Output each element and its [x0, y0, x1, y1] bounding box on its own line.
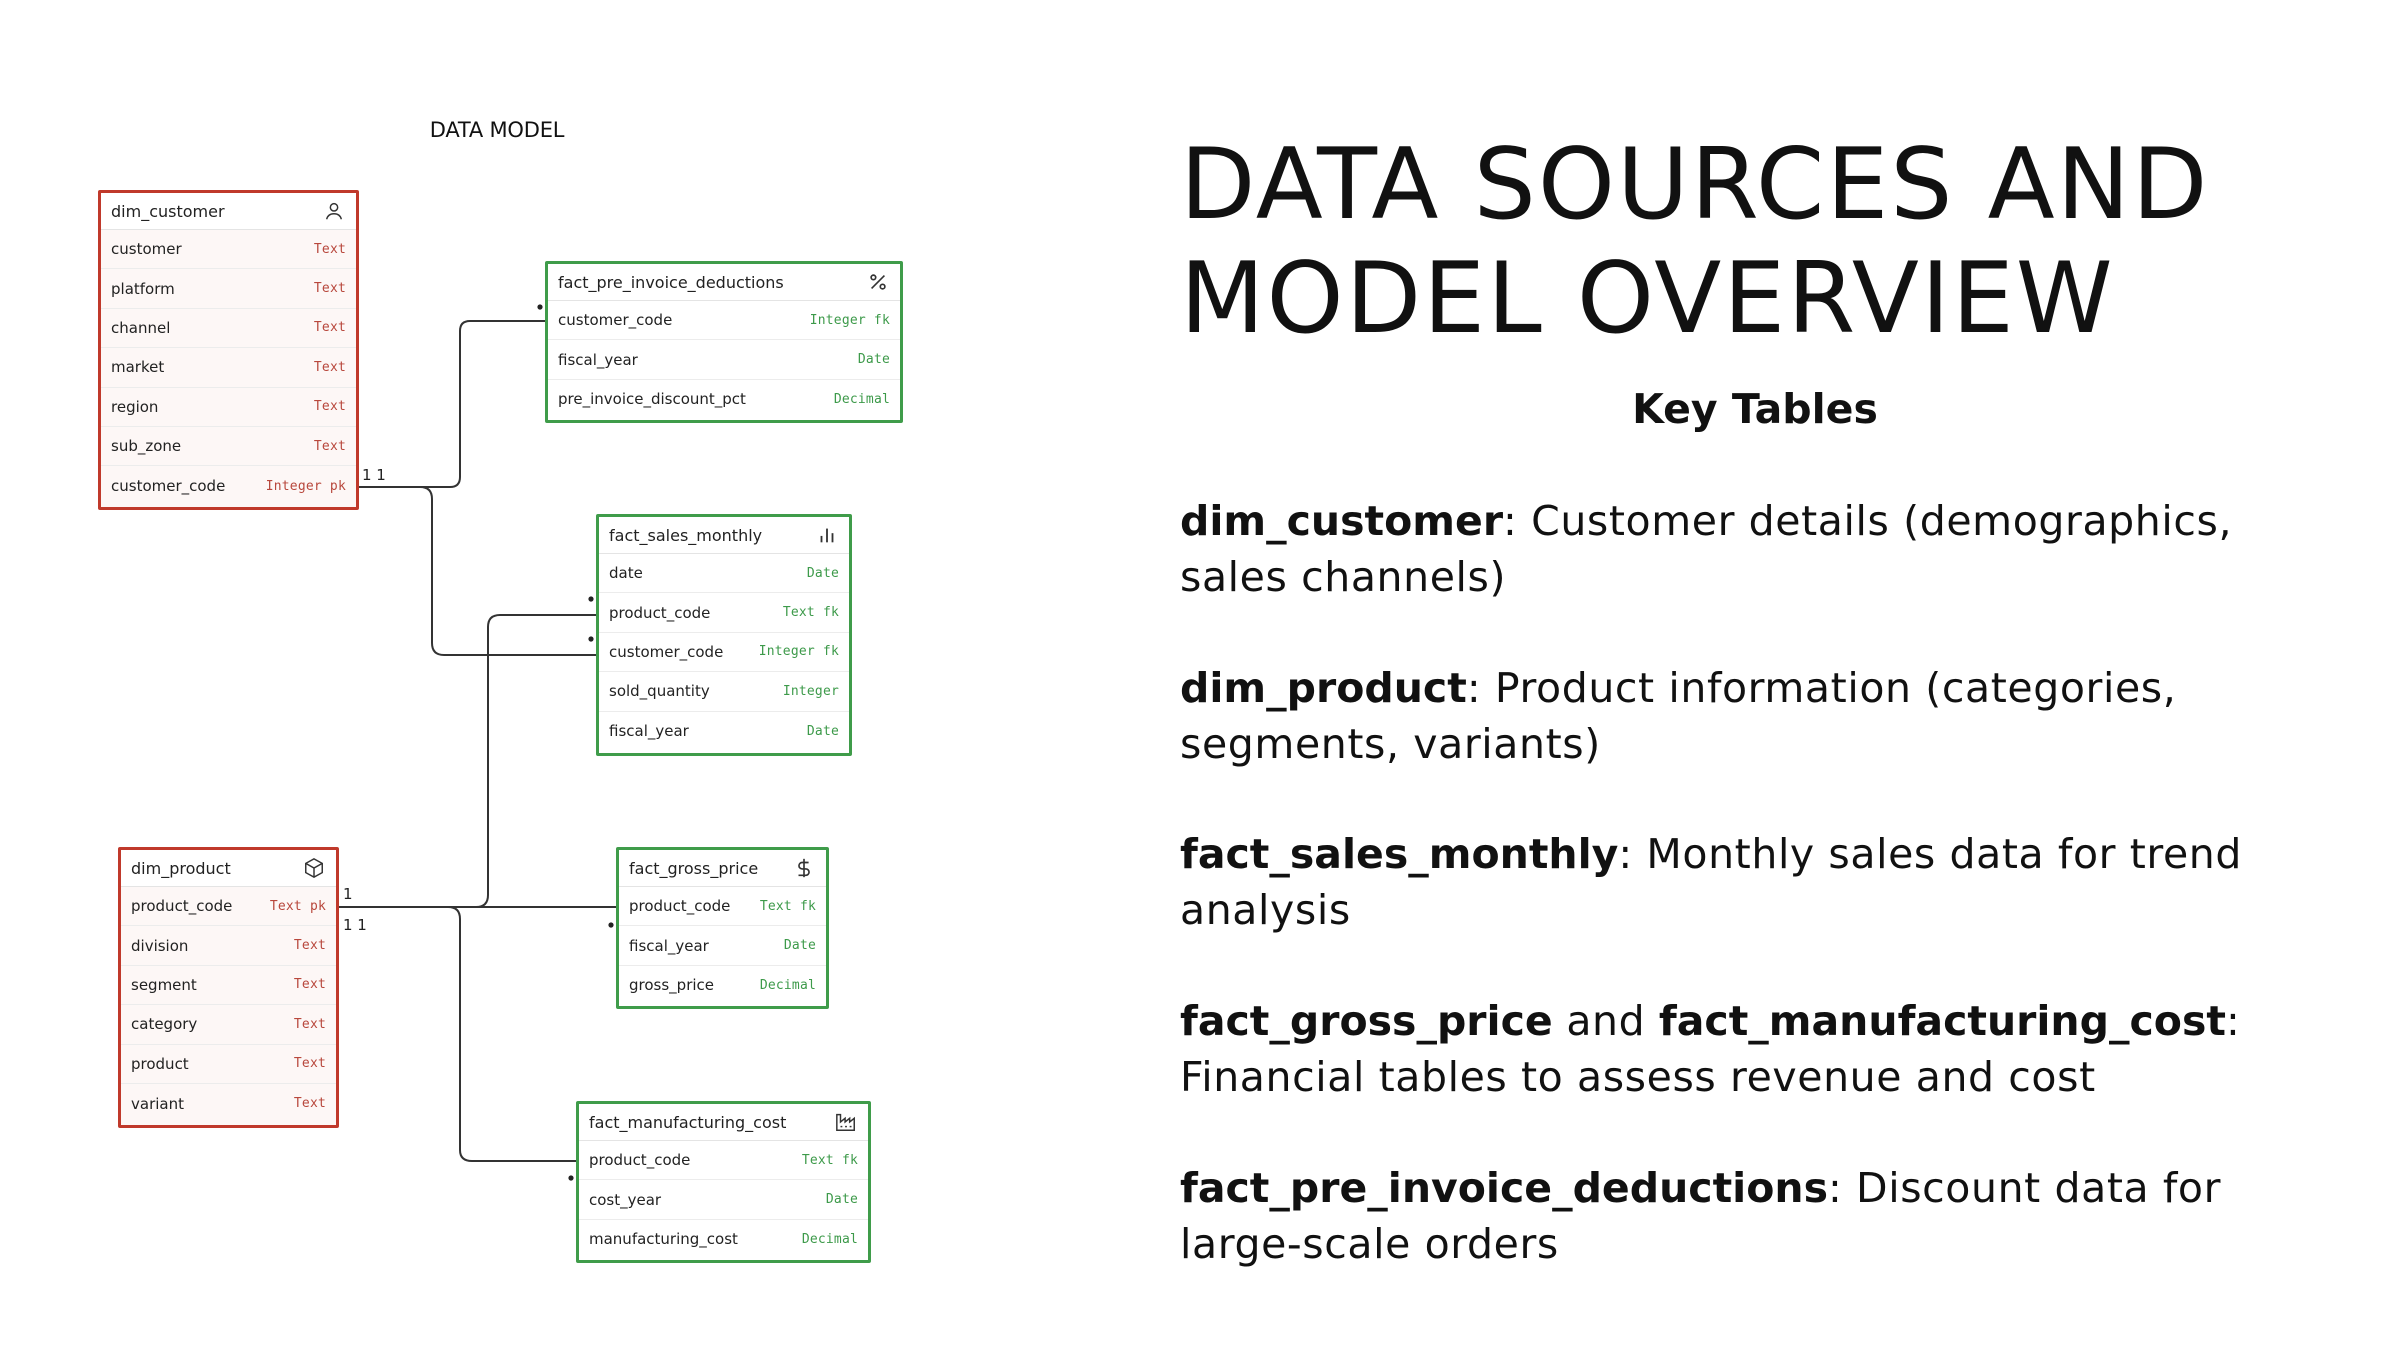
table-row: product Text [121, 1045, 336, 1084]
connector-text: and [1552, 997, 1659, 1045]
table-row: cost_year Date [579, 1180, 868, 1220]
table-row: product_code Text fk [619, 887, 826, 927]
key-table-item: dim_product: Product information (catego… [1180, 660, 2300, 772]
table-name: dim_product [131, 858, 231, 878]
table-row: platform Text [101, 269, 356, 309]
table-term: fact_gross_price [1180, 997, 1553, 1045]
table-name: fact_manufacturing_cost [589, 1112, 787, 1132]
table-term: fact_pre_invoice_deductions [1180, 1164, 1828, 1212]
bar-chart-icon [815, 523, 839, 547]
table-name: fact_sales_monthly [609, 525, 763, 545]
table-row: sold_quantity Integer [599, 672, 849, 712]
table-row: gross_price Decimal [629, 976, 816, 995]
key-table-item: fact_pre_invoice_deductions: Discount da… [1180, 1160, 2300, 1272]
endpoint-dot [568, 1175, 574, 1181]
key-table-item: fact_gross_price and fact_manufacturing_… [1180, 993, 2300, 1105]
table-header: dim_customer [101, 193, 356, 230]
table-fact-pre-invoice-deductions[interactable]: fact_pre_invoice_deductions customer_cod… [545, 261, 903, 423]
relationship-line [447, 906, 576, 1162]
slide-title-line-1: DATA SOURCES AND [1180, 128, 2210, 242]
table-header: fact_pre_invoice_deductions [548, 264, 900, 301]
table-term: fact_manufacturing_cost [1658, 997, 2226, 1045]
table-fact-sales-monthly[interactable]: fact_sales_monthly date Date product_code… [596, 514, 852, 756]
table-row: fiscal_year Date [609, 722, 839, 741]
endpoint-dot [537, 304, 543, 310]
box-icon [302, 856, 326, 880]
table-row: fiscal_year Date [619, 926, 826, 966]
table-row: manufacturing_cost Decimal [589, 1230, 858, 1249]
table-row: segment Text [121, 966, 336, 1006]
endpoint-dot [588, 596, 594, 602]
cardinality-label: 1 [343, 885, 353, 903]
table-row: market Text [101, 348, 356, 388]
table-row: date Date [599, 554, 849, 594]
table-header: dim_product [121, 850, 336, 887]
dollar-icon [792, 856, 816, 880]
table-row: division Text [121, 926, 336, 966]
table-dim-product[interactable]: dim_product product_code Text pk division… [118, 847, 339, 1128]
table-row: customer_code Integer pk [111, 477, 346, 496]
table-row: product_code Text fk [599, 593, 849, 633]
cardinality-label: 1 1 [362, 466, 386, 484]
table-term: fact_sales_monthly [1180, 830, 1619, 878]
table-row: category Text [121, 1005, 336, 1045]
table-row: product_code Text pk [121, 887, 336, 927]
table-header: fact_sales_monthly [599, 517, 849, 554]
endpoint-dot [588, 636, 594, 642]
user-icon [322, 199, 346, 223]
table-term: dim_product [1180, 664, 1467, 712]
table-row: sub_zone Text [101, 427, 356, 467]
key-tables-heading: Key Tables [1632, 385, 1878, 433]
relationship-line [335, 614, 596, 908]
key-table-item: fact_sales_monthly: Monthly sales data f… [1180, 826, 2300, 938]
table-dim-customer[interactable]: dim_customer customer Text platform Text c… [98, 190, 359, 510]
table-fact-gross-price[interactable]: fact_gross_price product_code Text fk fis… [616, 847, 829, 1009]
table-header: fact_manufacturing_cost [579, 1104, 868, 1141]
table-term: dim_customer [1180, 497, 1504, 545]
table-name: dim_customer [111, 201, 225, 221]
table-row: pre_invoice_discount_pct Decimal [558, 390, 890, 409]
factory-icon [834, 1110, 858, 1134]
slide-title: DATA SOURCES AND MODEL OVERVIEW [1180, 128, 2380, 356]
table-row: customer_code Integer fk [548, 301, 900, 341]
table-fact-manufacturing-cost[interactable]: fact_manufacturing_cost product_code Text… [576, 1101, 871, 1263]
table-header: fact_gross_price [619, 850, 826, 887]
table-name: fact_pre_invoice_deductions [558, 272, 784, 292]
table-row: customer Text [101, 230, 356, 270]
relationship-line [419, 486, 596, 656]
table-name: fact_gross_price [629, 858, 759, 878]
table-row: product_code Text fk [579, 1141, 868, 1181]
percent-icon [866, 270, 890, 294]
relationship-line [352, 320, 545, 488]
endpoint-dot [608, 922, 614, 928]
key-table-item: dim_customer: Customer details (demograp… [1180, 493, 2300, 605]
table-row: variant Text [131, 1094, 326, 1113]
table-row: region Text [101, 388, 356, 427]
cardinality-label: 1 1 [343, 916, 367, 934]
table-row: channel Text [101, 309, 356, 349]
table-row: customer_code Integer fk [599, 633, 849, 673]
table-row: fiscal_year Date [548, 340, 900, 380]
slide-title-line-2: MODEL OVERVIEW [1180, 242, 2115, 356]
